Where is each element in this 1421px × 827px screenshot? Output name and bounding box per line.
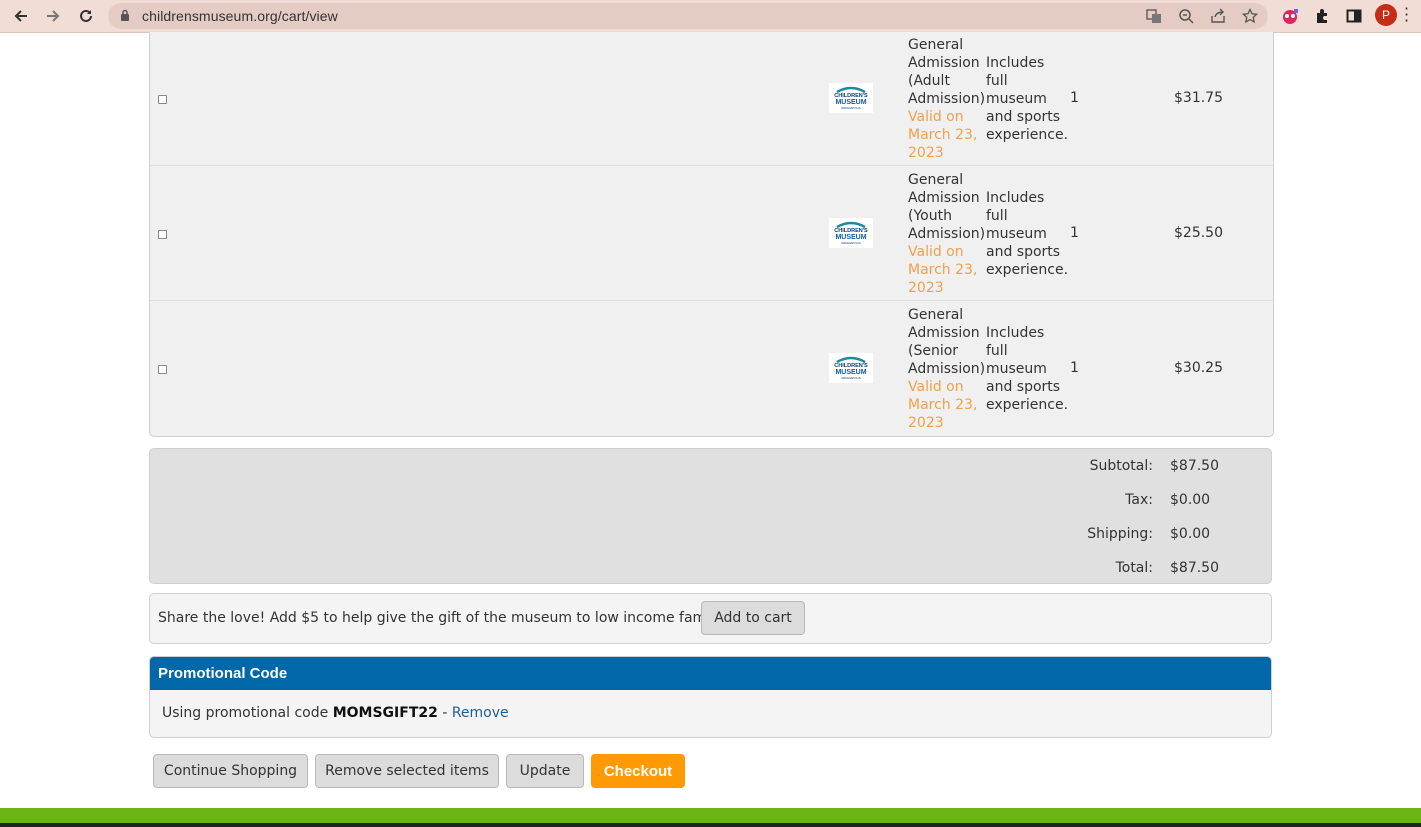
item-title: General Admission (Adult Admission) <box>908 37 986 107</box>
back-arrow-icon[interactable] <box>9 4 33 28</box>
profile-avatar[interactable]: P <box>1375 4 1397 26</box>
row-select-checkbox[interactable] <box>158 230 167 239</box>
donation-text: Share the love! Add $5 to help give the … <box>158 610 739 626</box>
tax-label: Tax: <box>1125 492 1153 508</box>
address-bar[interactable]: childrensmuseum.org/cart/view <box>108 3 1268 29</box>
promo-remove-link[interactable]: Remove <box>452 705 509 721</box>
item-title: General Admission (Youth Admission) <box>908 172 986 242</box>
subtotal-label: Subtotal: <box>1089 458 1153 474</box>
promo-header: Promotional Code <box>150 657 1271 690</box>
subtotal-value: $87.50 <box>1170 458 1219 474</box>
item-date: Valid on March 23, 2023 <box>908 244 978 296</box>
promo-status: Using promotional code MOMSGIFT22 - Remo… <box>162 705 509 721</box>
logo-line-2: MUSEUM <box>835 369 866 376</box>
item-name: General Admission (Senior Admission) Val… <box>908 306 986 432</box>
extension-icon[interactable] <box>1279 5 1301 27</box>
promo-code-panel: Promotional Code Using promotional code … <box>149 656 1272 738</box>
logo-line-2: MUSEUM <box>835 99 866 106</box>
lock-icon <box>121 9 129 21</box>
logo-line-3: INDIANAPOLIS <box>841 241 861 245</box>
url-text[interactable]: childrensmuseum.org/cart/view <box>142 8 338 24</box>
cart-row: CHILDREN'S MUSEUM INDIANAPOLIS General A… <box>150 32 1273 166</box>
item-title: General Admission (Senior Admission) <box>908 307 986 377</box>
item-description: Includes full museum and sports experien… <box>986 55 1069 143</box>
logo-line-2: MUSEUM <box>835 234 866 241</box>
childrens-museum-logo: CHILDREN'S MUSEUM INDIANAPOLIS <box>829 218 873 248</box>
item-price: $31.75 <box>1174 90 1223 106</box>
cart-table: CHILDREN'S MUSEUM INDIANAPOLIS General A… <box>149 32 1274 437</box>
order-totals: Subtotal: $87.50 Tax: $0.00 Shipping: $0… <box>149 448 1272 584</box>
item-date: Valid on March 23, 2023 <box>908 379 978 431</box>
share-icon[interactable] <box>1209 7 1227 25</box>
checkout-button[interactable]: Checkout <box>591 754 685 788</box>
puzzle-icon[interactable] <box>1311 5 1333 27</box>
total-value: $87.50 <box>1170 560 1219 576</box>
item-quantity: 1 <box>1070 90 1079 106</box>
item-price: $30.25 <box>1174 360 1223 376</box>
footer-edge <box>0 823 1421 827</box>
browser-menu-icon[interactable]: · · · <box>1404 1 1409 29</box>
translate-icon[interactable] <box>1145 7 1163 25</box>
total-label: Total: <box>1115 560 1153 576</box>
donation-panel: Share the love! Add $5 to help give the … <box>149 593 1272 644</box>
promo-separator: - <box>442 705 448 721</box>
bookmark-star-icon[interactable] <box>1241 7 1259 25</box>
browser-toolbar: childrensmuseum.org/cart/view P · · · <box>0 0 1421 33</box>
item-quantity: 1 <box>1070 360 1079 376</box>
row-select-checkbox[interactable] <box>158 365 167 374</box>
item-name: General Admission (Adult Admission) Vali… <box>908 36 986 162</box>
item-description: Includes full museum and sports experien… <box>986 325 1069 413</box>
footer-bar <box>0 808 1421 823</box>
side-panel-icon[interactable] <box>1343 5 1365 27</box>
donation-add-to-cart-button[interactable]: Add to cart <box>701 601 805 635</box>
continue-shopping-button[interactable]: Continue Shopping <box>153 754 308 788</box>
remove-selected-button[interactable]: Remove selected items <box>315 754 499 788</box>
cart-row: CHILDREN'S MUSEUM INDIANAPOLIS General A… <box>150 167 1273 301</box>
tax-value: $0.00 <box>1170 492 1211 508</box>
promo-prefix: Using promotional code <box>162 705 329 721</box>
update-button[interactable]: Update <box>506 754 584 788</box>
forward-arrow-icon[interactable] <box>41 4 65 28</box>
childrens-museum-logo: CHILDREN'S MUSEUM INDIANAPOLIS <box>829 353 873 383</box>
shipping-label: Shipping: <box>1087 526 1153 542</box>
promo-title: Promotional Code <box>158 665 288 682</box>
shipping-value: $0.00 <box>1170 526 1211 542</box>
childrens-museum-logo: CHILDREN'S MUSEUM INDIANAPOLIS <box>829 83 873 113</box>
zoom-icon[interactable] <box>1177 7 1195 25</box>
item-date: Valid on March 23, 2023 <box>908 109 978 161</box>
cart-row: CHILDREN'S MUSEUM INDIANAPOLIS General A… <box>150 302 1273 436</box>
logo-line-3: INDIANAPOLIS <box>841 376 861 380</box>
reload-icon[interactable] <box>74 4 98 28</box>
item-name: General Admission (Youth Admission) Vali… <box>908 171 986 297</box>
row-select-checkbox[interactable] <box>158 95 167 104</box>
logo-line-3: INDIANAPOLIS <box>841 106 861 110</box>
item-price: $25.50 <box>1174 225 1223 241</box>
item-description: Includes full museum and sports experien… <box>986 190 1069 278</box>
promo-code: MOMSGIFT22 <box>332 705 438 721</box>
item-quantity: 1 <box>1070 225 1079 241</box>
